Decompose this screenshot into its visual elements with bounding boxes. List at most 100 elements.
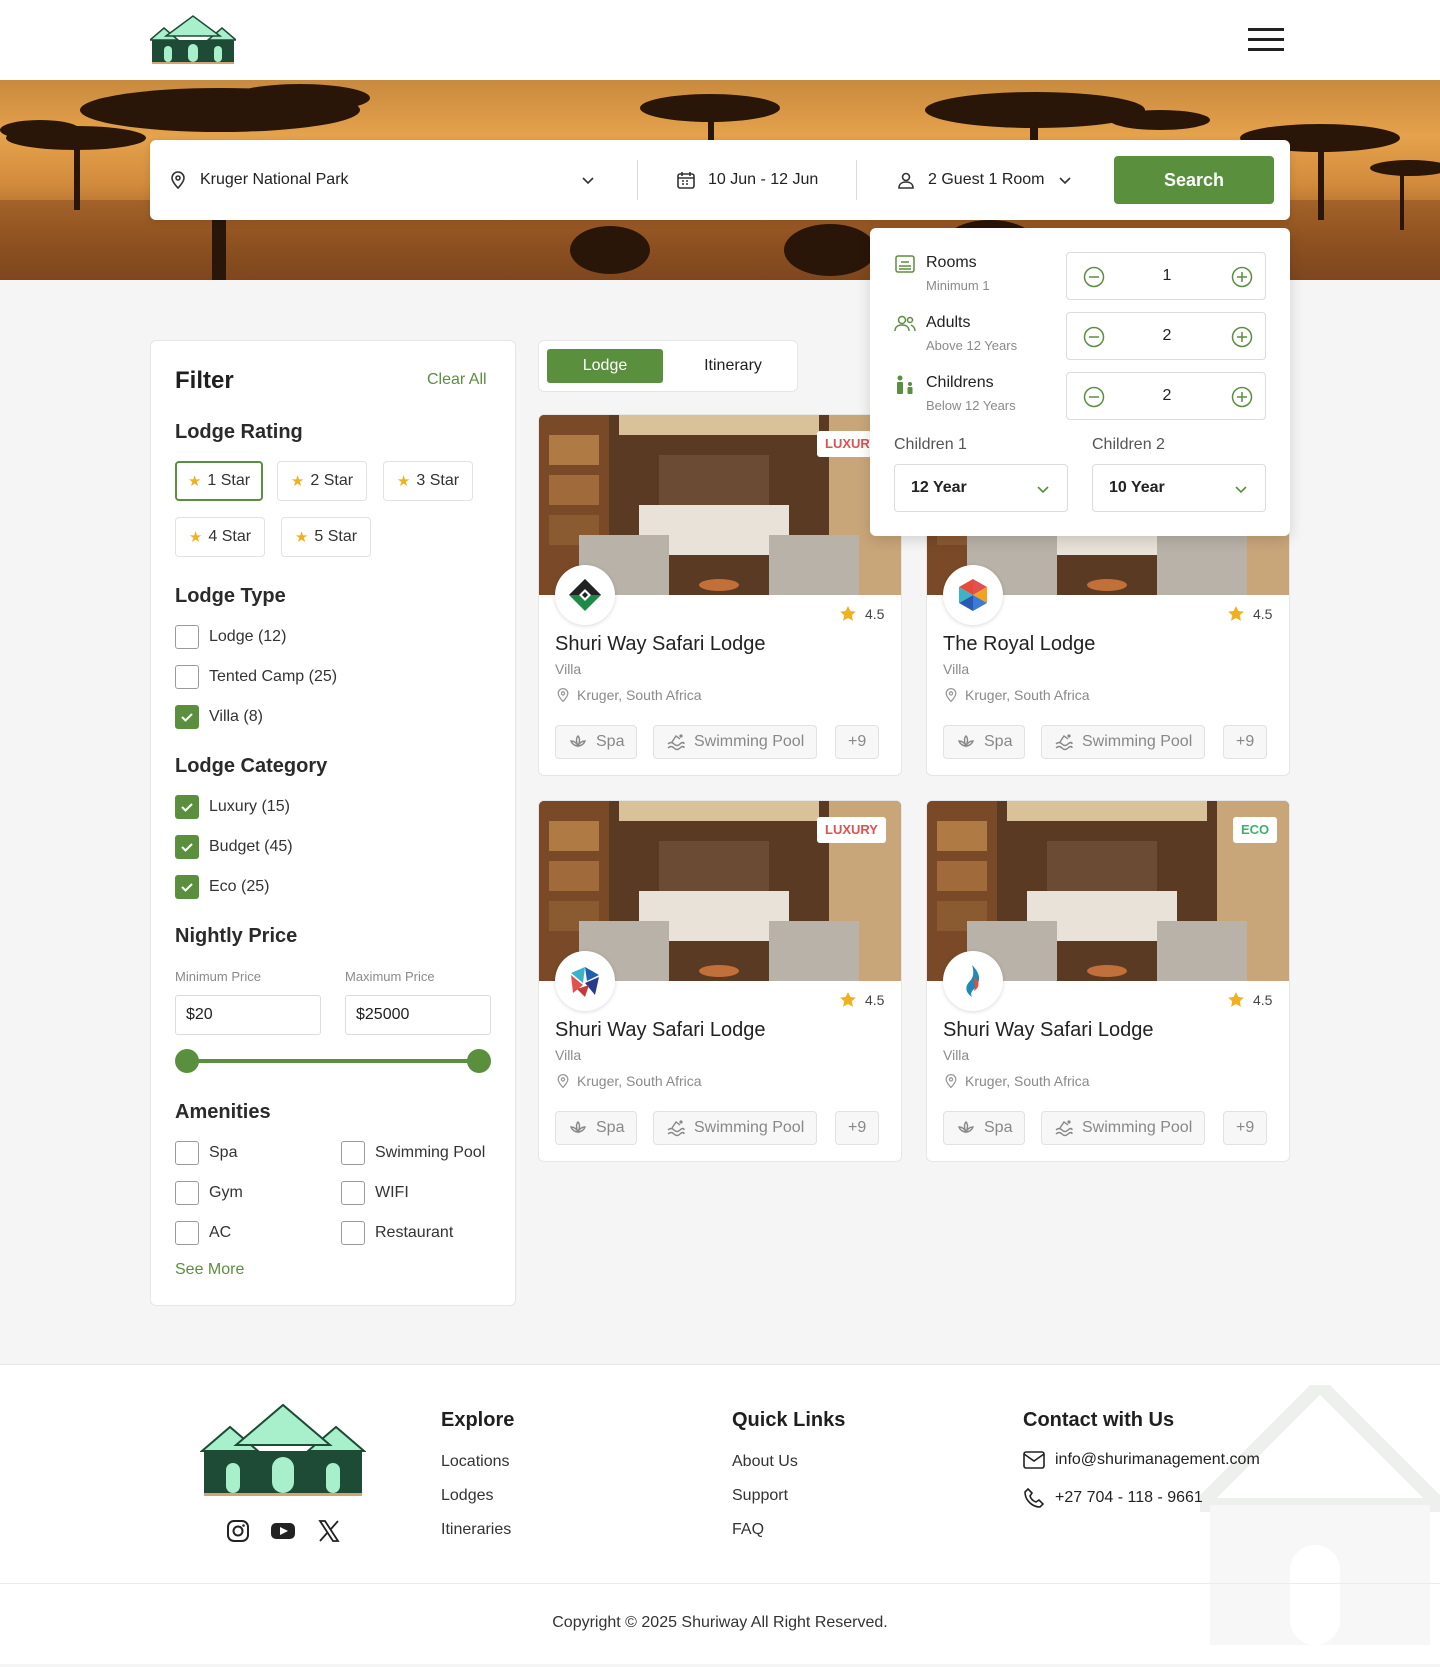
- lodge-logo: [943, 951, 1003, 1011]
- email-text: info@shurimanagement.com: [1055, 1451, 1260, 1468]
- tab-lodge[interactable]: Lodge: [547, 349, 663, 383]
- footer-link-locations[interactable]: Locations: [441, 1453, 510, 1471]
- date-value: 10 Jun - 12 Jun: [708, 171, 819, 188]
- lodge-card[interactable]: LUXURY 4.5 Shuri Way Safari Lodge Villa …: [538, 414, 902, 776]
- rating-value: 4.5: [1253, 606, 1273, 622]
- plus-circle-icon[interactable]: [1231, 326, 1253, 348]
- date-field[interactable]: 10 Jun - 12 Jun: [676, 140, 856, 220]
- search-button[interactable]: Search: [1114, 156, 1274, 204]
- footer-link-support[interactable]: Support: [732, 1487, 788, 1505]
- guest-field[interactable]: 2 Guest 1 Room: [896, 140, 1086, 220]
- max-price-input[interactable]: [345, 995, 491, 1035]
- price-slider-max-handle[interactable]: [467, 1049, 491, 1073]
- quick-links-title: Quick Links: [732, 1409, 846, 1431]
- child1-age-select[interactable]: 12 Year: [894, 464, 1068, 512]
- lodge-name[interactable]: Shuri Way Safari Lodge: [555, 1019, 765, 1042]
- type-tented-camp-checkbox[interactable]: Tented Camp (25): [175, 665, 337, 689]
- contact-title: Contact with Us: [1023, 1409, 1175, 1431]
- type-lodge-checkbox[interactable]: Lodge (12): [175, 625, 286, 649]
- rating-4-star[interactable]: ★ 4 Star: [175, 517, 265, 557]
- location-pin-icon: [557, 1074, 569, 1089]
- pool-icon: [667, 1120, 685, 1137]
- rating-2-star[interactable]: ★ 2 Star: [277, 461, 367, 501]
- amenities-title: Amenities: [175, 1101, 271, 1123]
- rating-3-star[interactable]: ★ 3 Star: [383, 461, 473, 501]
- lodge-type: Villa: [943, 661, 970, 677]
- instagram-icon[interactable]: [226, 1519, 250, 1543]
- footer-link-faq[interactable]: FAQ: [732, 1521, 764, 1539]
- contact-email[interactable]: info@shurimanagement.com: [1023, 1451, 1260, 1469]
- lodge-card[interactable]: LUXURY 4.5 Shuri Way Safari Lodge Villa …: [538, 800, 902, 1162]
- amenity-pool-checkbox[interactable]: Swimming Pool: [341, 1141, 485, 1165]
- checkbox-label: Lodge (12): [209, 628, 287, 645]
- amenity-chip-spa: Spa: [555, 725, 638, 759]
- price-slider-track[interactable]: [187, 1059, 479, 1063]
- min-price-input[interactable]: [175, 995, 321, 1035]
- menu-button[interactable]: [1246, 22, 1286, 58]
- location-field[interactable]: Kruger National Park: [168, 140, 608, 220]
- clear-all-link[interactable]: Clear All: [427, 371, 487, 389]
- rating-label: 5 Star: [314, 528, 358, 545]
- amenity-wifi-checkbox[interactable]: WIFI: [341, 1181, 409, 1205]
- footer-link-lodges[interactable]: Lodges: [441, 1487, 494, 1505]
- amenity-label: Swimming Pool: [694, 1119, 805, 1136]
- checkbox: [341, 1141, 365, 1165]
- category-eco-checkbox[interactable]: Eco (25): [175, 875, 269, 899]
- checkbox: [175, 665, 199, 689]
- checkbox-label: WIFI: [375, 1184, 409, 1201]
- see-more-link[interactable]: See More: [175, 1261, 244, 1279]
- x-icon[interactable]: [318, 1519, 340, 1543]
- amenity-more-count[interactable]: +9: [835, 725, 880, 759]
- checkbox-checked: [175, 875, 199, 899]
- price-slider-min-handle[interactable]: [175, 1049, 199, 1073]
- amenity-label: Spa: [596, 1119, 625, 1136]
- footer-link-about[interactable]: About Us: [732, 1453, 798, 1471]
- lodge-card[interactable]: ECO 4.5 Shuri Way Safari Lodge Villa Kru…: [926, 800, 1290, 1162]
- amenity-more-count[interactable]: +9: [1223, 1111, 1268, 1145]
- amenity-label: Spa: [596, 733, 625, 750]
- rating-label: 3 Star: [416, 472, 460, 489]
- plus-circle-icon[interactable]: [1231, 386, 1253, 408]
- tab-itinerary[interactable]: Itinerary: [675, 349, 791, 383]
- lodge-name[interactable]: Shuri Way Safari Lodge: [943, 1019, 1153, 1042]
- star-icon: [840, 992, 856, 1007]
- rating-label: 1 Star: [207, 472, 251, 489]
- rating-1-star[interactable]: ★ 1 Star: [175, 461, 263, 501]
- plus-circle-icon[interactable]: [1231, 266, 1253, 288]
- amenity-ac-checkbox[interactable]: AC: [175, 1221, 231, 1245]
- adults-row: Adults Above 12 Years 2: [894, 312, 1266, 360]
- amenity-gym-checkbox[interactable]: Gym: [175, 1181, 243, 1205]
- footer-link-itineraries[interactable]: Itineraries: [441, 1521, 511, 1539]
- rating-value: 4.5: [865, 992, 885, 1008]
- lodge-rating: 4.5: [839, 605, 884, 623]
- more-label: +9: [1236, 1119, 1255, 1136]
- check-icon: [181, 713, 193, 722]
- check-icon: [181, 843, 193, 852]
- filter-title: Filter: [175, 367, 234, 394]
- brand-logo[interactable]: [150, 14, 236, 64]
- footer-logo[interactable]: [200, 1401, 366, 1497]
- amenity-more-count[interactable]: +9: [835, 1111, 880, 1145]
- category-luxury-checkbox[interactable]: Luxury (15): [175, 795, 290, 819]
- lodge-name[interactable]: The Royal Lodge: [943, 633, 1095, 656]
- checkbox-label: Villa (8): [209, 708, 263, 725]
- chevron-down-icon: [1058, 177, 1071, 185]
- child2-label: Children 2: [1092, 436, 1165, 453]
- child-icon: [897, 375, 913, 394]
- amenity-spa-checkbox[interactable]: Spa: [175, 1141, 237, 1165]
- spa-icon: [570, 735, 586, 748]
- amenity-more-count[interactable]: +9: [1223, 725, 1268, 759]
- chevron-down-icon[interactable]: [580, 172, 596, 188]
- youtube-icon[interactable]: [270, 1519, 296, 1543]
- lodge-name[interactable]: Shuri Way Safari Lodge: [555, 633, 765, 656]
- type-villa-checkbox[interactable]: Villa (8): [175, 705, 263, 729]
- checkbox: [175, 1181, 199, 1205]
- amenity-chip-pool: Swimming Pool: [1041, 1111, 1206, 1145]
- rating-5-star[interactable]: ★ 5 Star: [281, 517, 371, 557]
- amenity-restaurant-checkbox[interactable]: Restaurant: [341, 1221, 453, 1245]
- child2-age-select[interactable]: 10 Year: [1092, 464, 1266, 512]
- lodge-rating: 4.5: [1227, 991, 1272, 1009]
- location-text: Kruger, South Africa: [577, 1073, 702, 1089]
- category-budget-checkbox[interactable]: Budget (45): [175, 835, 293, 859]
- contact-phone[interactable]: +27 704 - 118 - 9661: [1023, 1487, 1203, 1509]
